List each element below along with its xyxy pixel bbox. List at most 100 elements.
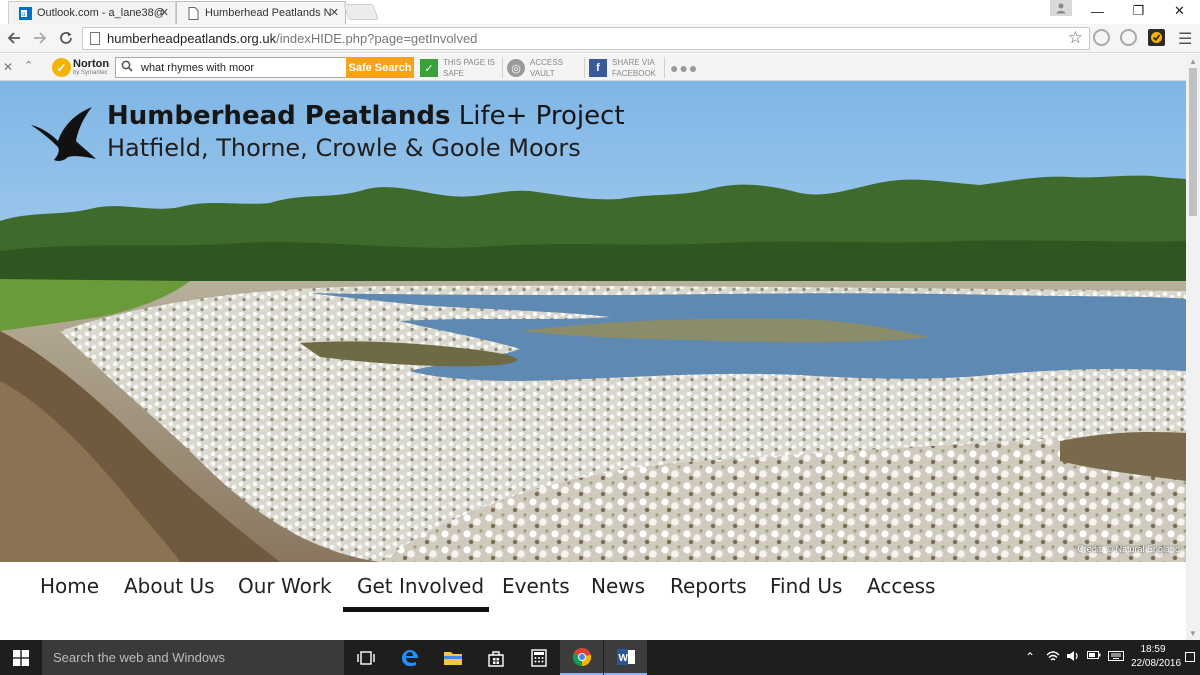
active-nav-underline xyxy=(343,607,489,612)
tab-title: Humberhead Peatlands N xyxy=(205,7,332,19)
reload-button[interactable] xyxy=(56,28,76,48)
norton-brand-sub: by Symantec xyxy=(73,70,108,76)
nav-access[interactable]: Access xyxy=(867,574,935,598)
page-safe-indicator[interactable]: ✓ THIS PAGE IS SAFE xyxy=(420,57,500,79)
url-text[interactable]: humberheadpeatlands.org.uk/indexHIDE.php… xyxy=(107,31,477,46)
url-host: humberheadpeatlands.org.uk xyxy=(107,31,277,46)
restore-button[interactable]: ❐ xyxy=(1118,0,1159,22)
hero-image: Humberhead Peatlands Life+ Project Hatfi… xyxy=(0,81,1186,562)
search-icon xyxy=(121,60,133,75)
tab-humberhead[interactable]: Humberhead Peatlands N ✕ xyxy=(176,1,346,24)
store-icon[interactable] xyxy=(474,640,517,675)
safe-check-icon: ✓ xyxy=(420,59,438,77)
battery-icon[interactable] xyxy=(1087,650,1101,660)
user-profile-icon[interactable] xyxy=(1050,0,1072,16)
page-icon xyxy=(90,32,100,45)
back-arrow-icon xyxy=(7,32,20,44)
share-line1: SHARE VIA xyxy=(612,58,655,67)
chevron-up-icon[interactable]: ⌃ xyxy=(1025,650,1035,664)
vault-icon: ◎ xyxy=(507,59,525,77)
screen: o Outlook.com - a_lane38@ ✕ Humberhead P… xyxy=(0,0,1200,675)
menu-icon[interactable]: ☰ xyxy=(1178,29,1192,49)
back-button[interactable] xyxy=(4,28,24,48)
norton-check-icon: ✓ xyxy=(52,58,71,77)
search-query: what rhymes with moor xyxy=(141,62,255,74)
site-title-bold: Humberhead Peatlands xyxy=(107,101,451,131)
nav-reports[interactable]: Reports xyxy=(670,574,747,598)
svg-text:W: W xyxy=(618,653,628,664)
outlook-icon: o xyxy=(19,7,32,20)
site-subtitle: Hatfield, Thorne, Crowle & Goole Moors xyxy=(107,134,581,162)
extension-norton-safe-icon[interactable] xyxy=(1148,29,1165,46)
scroll-thumb[interactable] xyxy=(1189,68,1197,216)
divider xyxy=(584,57,585,78)
page-scrollbar[interactable]: ▲ ▼ xyxy=(1186,54,1200,640)
nav-home[interactable]: Home xyxy=(40,574,99,598)
close-tab-icon[interactable]: ✕ xyxy=(330,6,339,19)
safe-search-button[interactable]: Safe Search xyxy=(346,57,414,78)
calculator-icon[interactable] xyxy=(517,640,560,675)
taskbar-search-placeholder: Search the web and Windows xyxy=(53,650,225,665)
clock-time: 18:59 xyxy=(1140,644,1166,655)
url-path: /indexHIDE.php?page=getInvolved xyxy=(276,31,478,46)
share-line2: FACEBOOK xyxy=(612,69,657,78)
norton-search-input[interactable]: what rhymes with moor xyxy=(115,57,347,78)
file-explorer-icon[interactable] xyxy=(431,640,474,675)
page-safe-line1: THIS PAGE IS xyxy=(443,58,495,67)
start-button[interactable] xyxy=(0,640,42,675)
norton-toolbar: ✕ ⌃ ✓ Norton by Symantec what rhymes wit… xyxy=(0,54,1200,81)
close-icon[interactable]: ✕ xyxy=(3,60,13,74)
check-icon xyxy=(1151,32,1162,43)
address-bar[interactable]: humberheadpeatlands.org.uk/indexHIDE.php… xyxy=(82,27,1090,50)
nav-our-work[interactable]: Our Work xyxy=(238,574,332,598)
divider xyxy=(664,57,665,78)
access-vault-line1: ACCESS xyxy=(530,58,563,67)
divider xyxy=(502,57,503,78)
nav-news[interactable]: News xyxy=(591,574,645,598)
page-icon xyxy=(188,7,199,20)
more-icon[interactable]: ●●● xyxy=(670,60,698,76)
chrome-icon[interactable] xyxy=(560,640,603,675)
forward-arrow-icon xyxy=(34,32,47,44)
word-icon[interactable]: W xyxy=(604,640,647,675)
new-tab-button[interactable] xyxy=(343,4,379,20)
extension-norton-icon[interactable] xyxy=(1120,29,1137,46)
tab-outlook[interactable]: o Outlook.com - a_lane38@ ✕ xyxy=(8,1,176,24)
norton-brand: Norton xyxy=(73,58,110,70)
scroll-down-icon[interactable]: ▼ xyxy=(1189,629,1197,638)
close-tab-icon[interactable]: ✕ xyxy=(160,6,169,19)
forward-button[interactable] xyxy=(30,28,50,48)
edge-icon[interactable] xyxy=(388,640,431,675)
site-title-rest: Life+ Project xyxy=(450,101,625,131)
nav-about-us[interactable]: About Us xyxy=(124,574,215,598)
facebook-icon: f xyxy=(589,59,607,77)
tab-title: Outlook.com - a_lane38@ xyxy=(37,7,165,19)
volume-icon[interactable] xyxy=(1066,650,1080,662)
person-icon xyxy=(1056,3,1066,14)
nav-events[interactable]: Events xyxy=(502,574,570,598)
photo-credit: Credit: © Natural England xyxy=(1077,544,1180,554)
task-view-icon[interactable] xyxy=(344,640,387,675)
minimize-button[interactable]: — xyxy=(1077,0,1118,22)
share-facebook-button[interactable]: f SHARE VIA FACEBOOK xyxy=(589,57,665,79)
keyboard-icon[interactable] xyxy=(1108,650,1124,662)
chevron-up-icon[interactable]: ⌃ xyxy=(24,59,33,72)
bookmark-star-icon[interactable]: ☆ xyxy=(1068,28,1083,48)
taskbar-search[interactable]: Search the web and Windows xyxy=(42,640,344,675)
reload-icon xyxy=(60,32,72,44)
browser-toolbar: humberheadpeatlands.org.uk/indexHIDE.php… xyxy=(0,24,1200,53)
clock-date: 22/08/2016 xyxy=(1131,658,1182,669)
system-clock[interactable]: 18:59 22/08/2016 xyxy=(1131,643,1182,671)
notifications-icon[interactable] xyxy=(1185,652,1195,662)
site-navigation: Home About Us Our Work Get Involved Even… xyxy=(0,562,1186,640)
wifi-icon[interactable] xyxy=(1046,650,1060,662)
web-page: Humberhead Peatlands Life+ Project Hatfi… xyxy=(0,81,1186,640)
nav-get-involved[interactable]: Get Involved xyxy=(357,574,484,598)
windows-logo-icon xyxy=(13,649,29,666)
access-vault-button[interactable]: ◎ ACCESS VAULT xyxy=(507,57,583,79)
scroll-up-icon[interactable]: ▲ xyxy=(1189,57,1197,66)
close-window-button[interactable]: ✕ xyxy=(1159,0,1200,22)
page-safe-line2: SAFE xyxy=(443,69,464,78)
nav-find-us[interactable]: Find Us xyxy=(770,574,842,598)
extension-search-icon[interactable] xyxy=(1093,29,1110,46)
